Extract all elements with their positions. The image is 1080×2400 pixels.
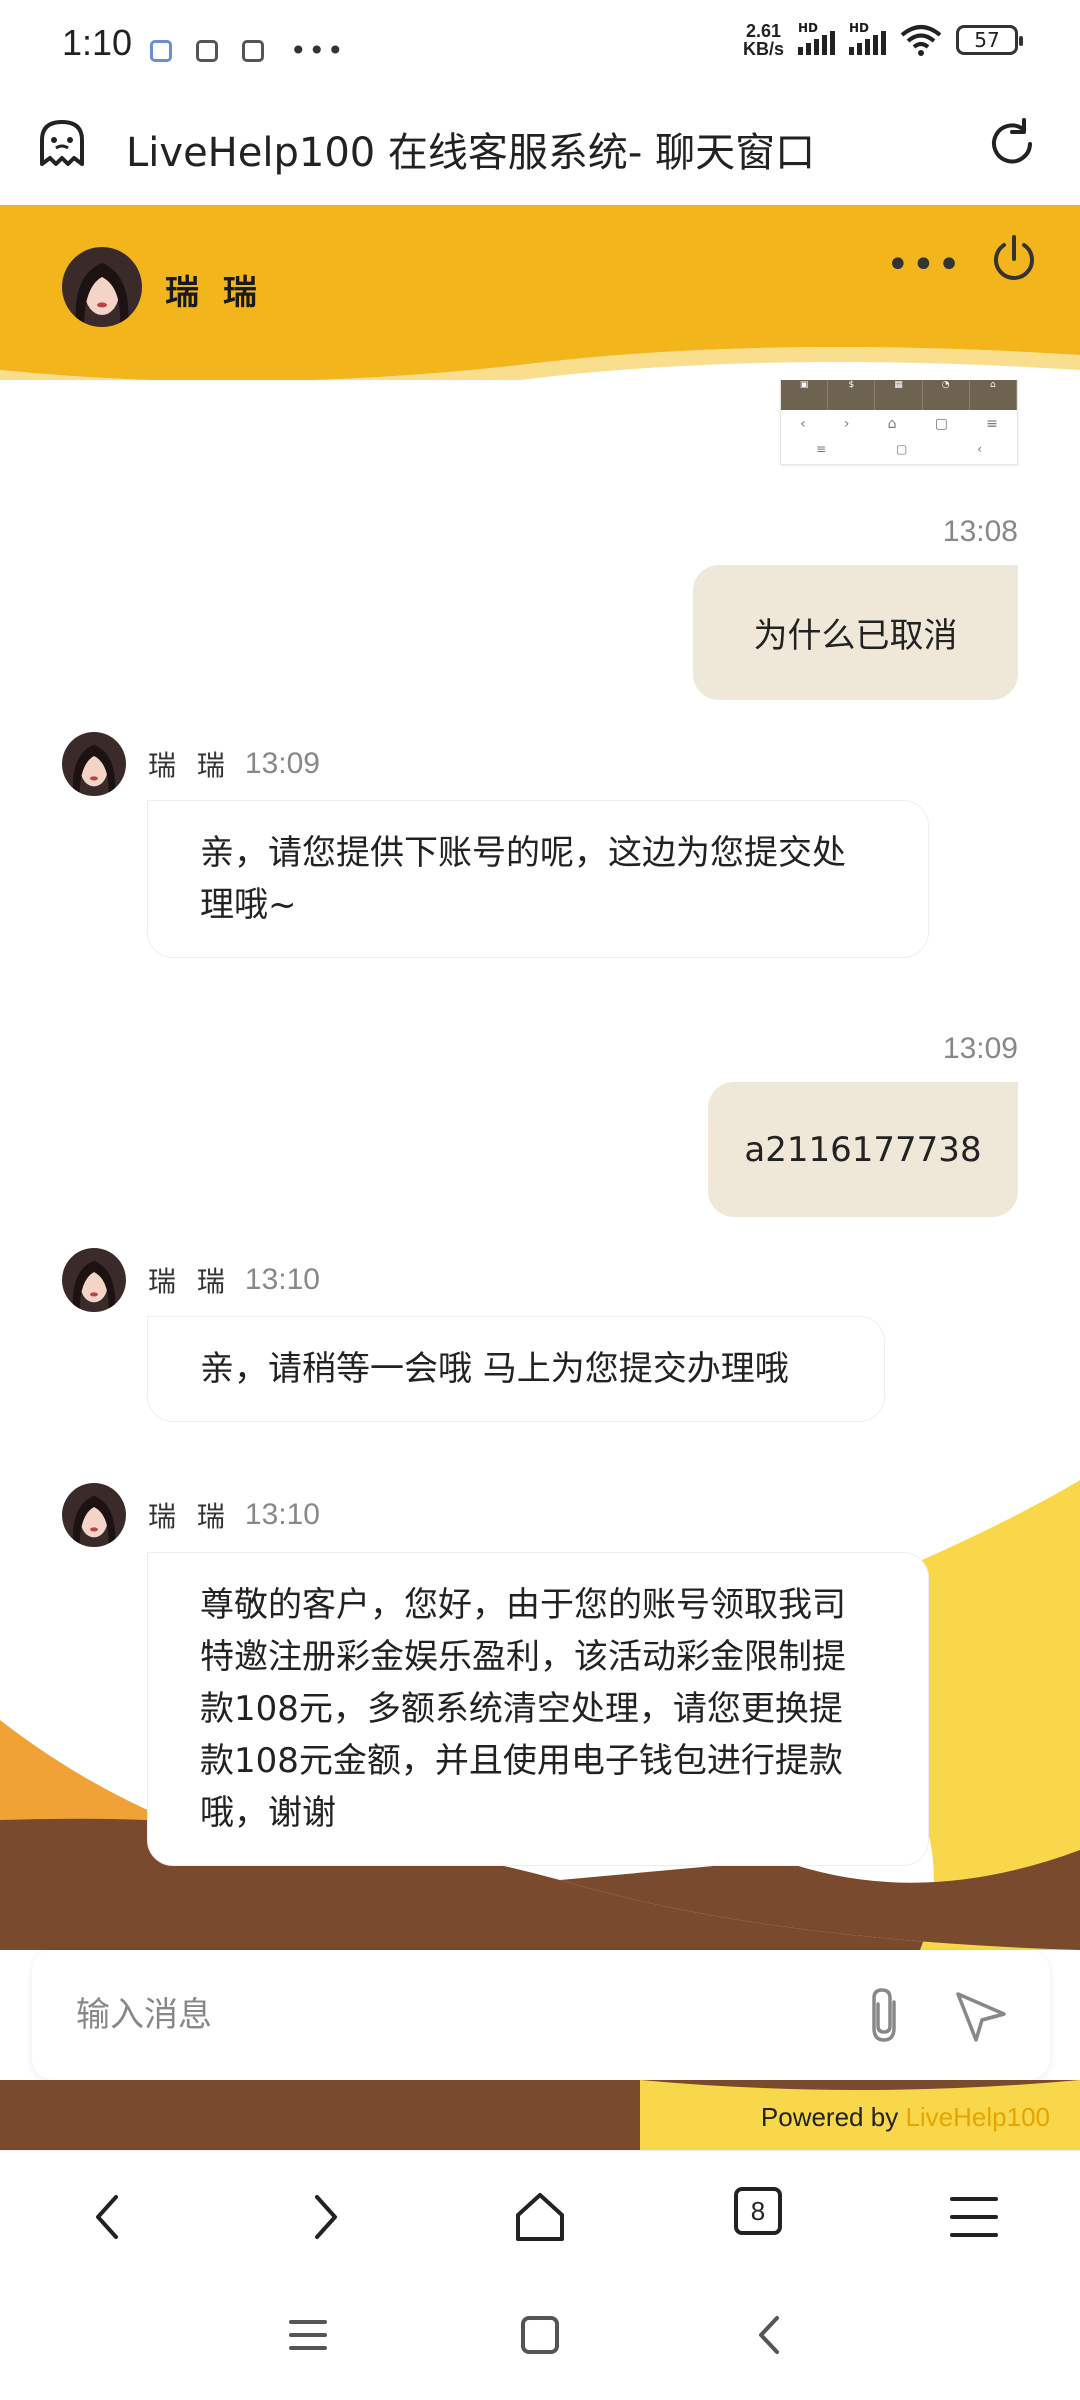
signal-icon: HD [849,21,886,55]
notification-app-icon [150,39,172,62]
paperclip-icon[interactable] [856,1984,916,2046]
agent-avatar [62,1248,126,1312]
send-icon[interactable] [952,1986,1010,2044]
menu-icon[interactable] [944,2187,1004,2247]
more-notifications-icon: ••• [290,34,346,67]
sender-name: 瑞 瑞 [148,749,231,782]
incoming-message-bubble: 亲，请稍等一会哦 马上为您提交办理哦 [147,1316,885,1422]
home-icon[interactable] [510,2187,570,2247]
message-meta: 瑞 瑞 13:10 [62,1248,320,1312]
battery-icon: 57 [956,25,1023,55]
forward-icon[interactable] [295,2187,355,2247]
browser-title-bar: LiveHelp100 在线客服系统- 聊天窗口 [0,90,1080,205]
browser-nav-bar: 8 [0,2150,1080,2280]
agent-avatar [62,247,142,327]
page-title: LiveHelp100 在线客服系统- 聊天窗口 [126,130,816,176]
site-ghost-icon [40,120,84,166]
system-back-icon[interactable] [745,2310,795,2360]
agent-name: 瑞 瑞 [165,273,263,313]
outgoing-message-bubble: 为什么已取消 [693,565,1018,700]
message-meta: 瑞 瑞 13:10 [62,1483,320,1547]
incoming-message-bubble: 尊敬的客户，您好，由于您的账号领取我司特邀注册彩金娱乐盈利，该活动彩金限制提款1… [147,1552,929,1866]
thumbnail-toolbar: ▣ $ ▦ ◔ ⌂ [781,380,1018,410]
status-time: 1:10 [62,22,133,63]
message-meta: 瑞 瑞 13:09 [62,732,320,796]
agent-avatar [62,1483,126,1547]
message-time: 13:08 [942,515,1018,548]
notification-app-icon [242,39,264,62]
message-time: 13:09 [942,1032,1018,1065]
recent-apps-icon[interactable] [283,2310,333,2360]
sender-name: 瑞 瑞 [148,1265,231,1298]
system-nav-bar [0,2280,1080,2400]
message-time: 13:09 [244,747,320,780]
powered-by-bar: Powered by LiveHelp100 [0,2080,1080,2150]
outgoing-message-bubble: a2116177738 [708,1082,1018,1217]
wifi-icon [900,25,942,56]
network-speed: 2.61 KB/s [742,21,784,59]
back-icon[interactable] [78,2187,138,2247]
image-message-thumbnail[interactable]: ▣ $ ▦ ◔ ⌂ ‹ › ⌂ ▢ ≡ ≡ ▢ ‹ [780,380,1018,465]
brand-link[interactable]: LiveHelp100 [905,2102,1050,2132]
notification-app-icon [196,39,218,62]
message-time: 13:10 [244,1263,320,1296]
sender-name: 瑞 瑞 [148,1500,231,1533]
status-bar: 1:10 ••• 2.61 KB/s HD HD 57 [0,0,1080,90]
status-notification-icons: ••• [150,34,346,67]
header-wave-background [0,205,1080,394]
chat-messages[interactable]: ▣ $ ▦ ◔ ⌂ ‹ › ⌂ ▢ ≡ ≡ ▢ ‹ 13:08 为什么已取消 瑞 瑞 13:09 亲… [0,380,1080,1950]
powered-by-text: Powered by LiveHelp100 [760,2102,1050,2132]
tabs-button[interactable]: 8 [734,2187,782,2235]
reload-icon[interactable] [984,116,1040,172]
incoming-message-bubble: 亲，请您提供下账号的呢，这边为您提交处理哦~ [147,800,929,958]
message-time: 13:10 [244,1498,320,1531]
signal-icon: HD [798,21,835,55]
power-icon[interactable] [988,233,1040,285]
system-home-icon[interactable] [515,2310,565,2360]
message-input[interactable] [76,1980,856,2050]
status-indicators: 2.61 KB/s HD HD 57 [742,21,1023,59]
agent-avatar [62,732,126,796]
chat-header: 瑞 瑞 ••• [0,205,1080,395]
message-composer [32,1950,1050,2080]
more-options-icon[interactable]: ••• [886,245,963,285]
